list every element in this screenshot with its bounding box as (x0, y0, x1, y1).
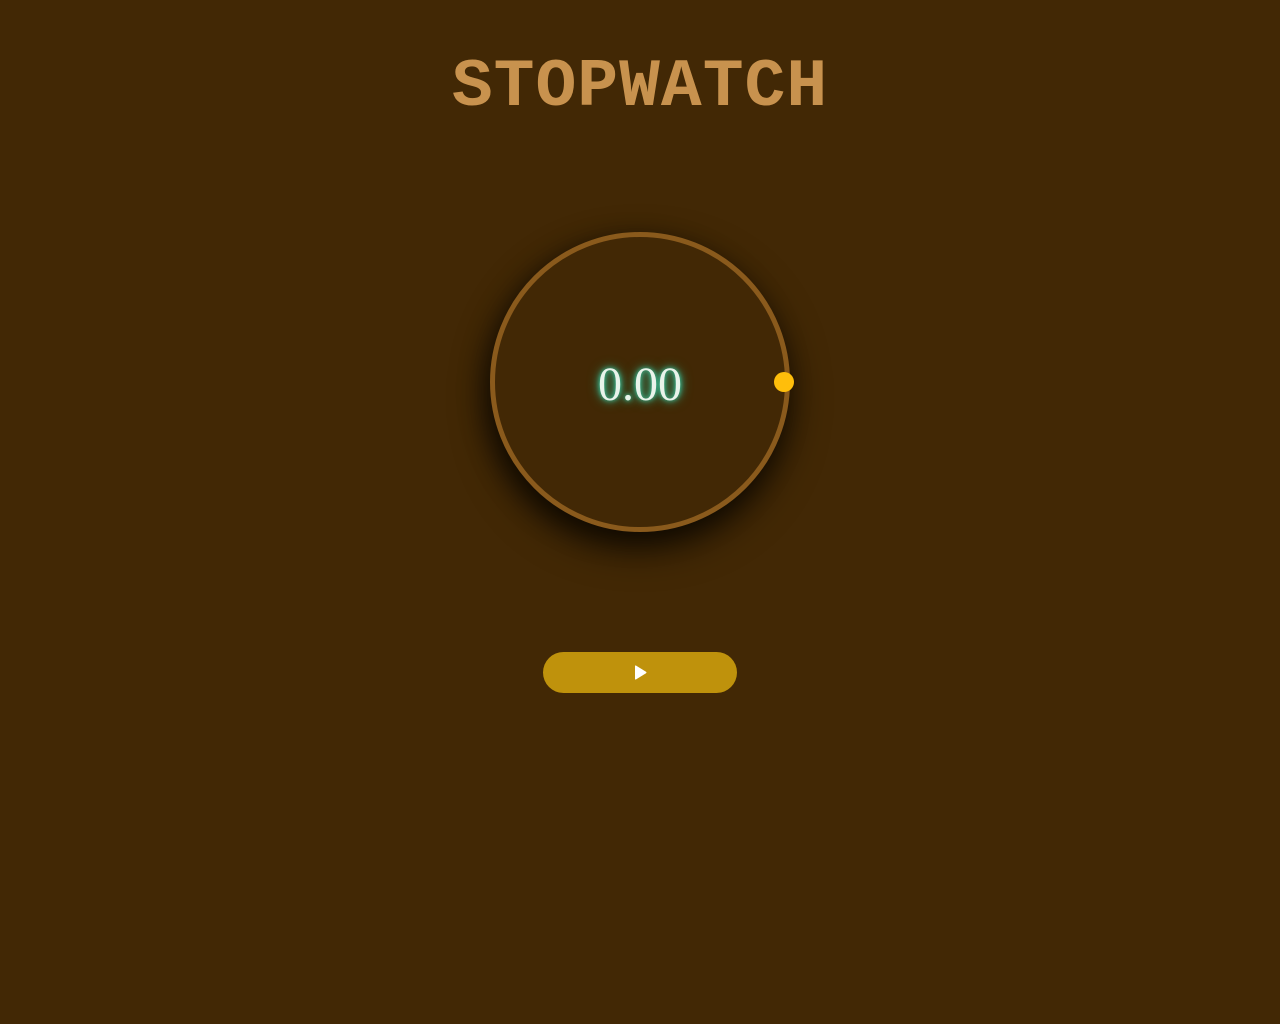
elapsed-time-display: 0.00 (598, 358, 682, 411)
play-icon (635, 664, 647, 680)
progress-indicator-dot (774, 372, 794, 392)
play-button[interactable] (543, 652, 737, 693)
stopwatch-dial: 0.00 (490, 232, 790, 532)
page-title: STOPWATCH (451, 49, 829, 126)
stopwatch-app: STOPWATCH 0.00 (0, 0, 1280, 1024)
